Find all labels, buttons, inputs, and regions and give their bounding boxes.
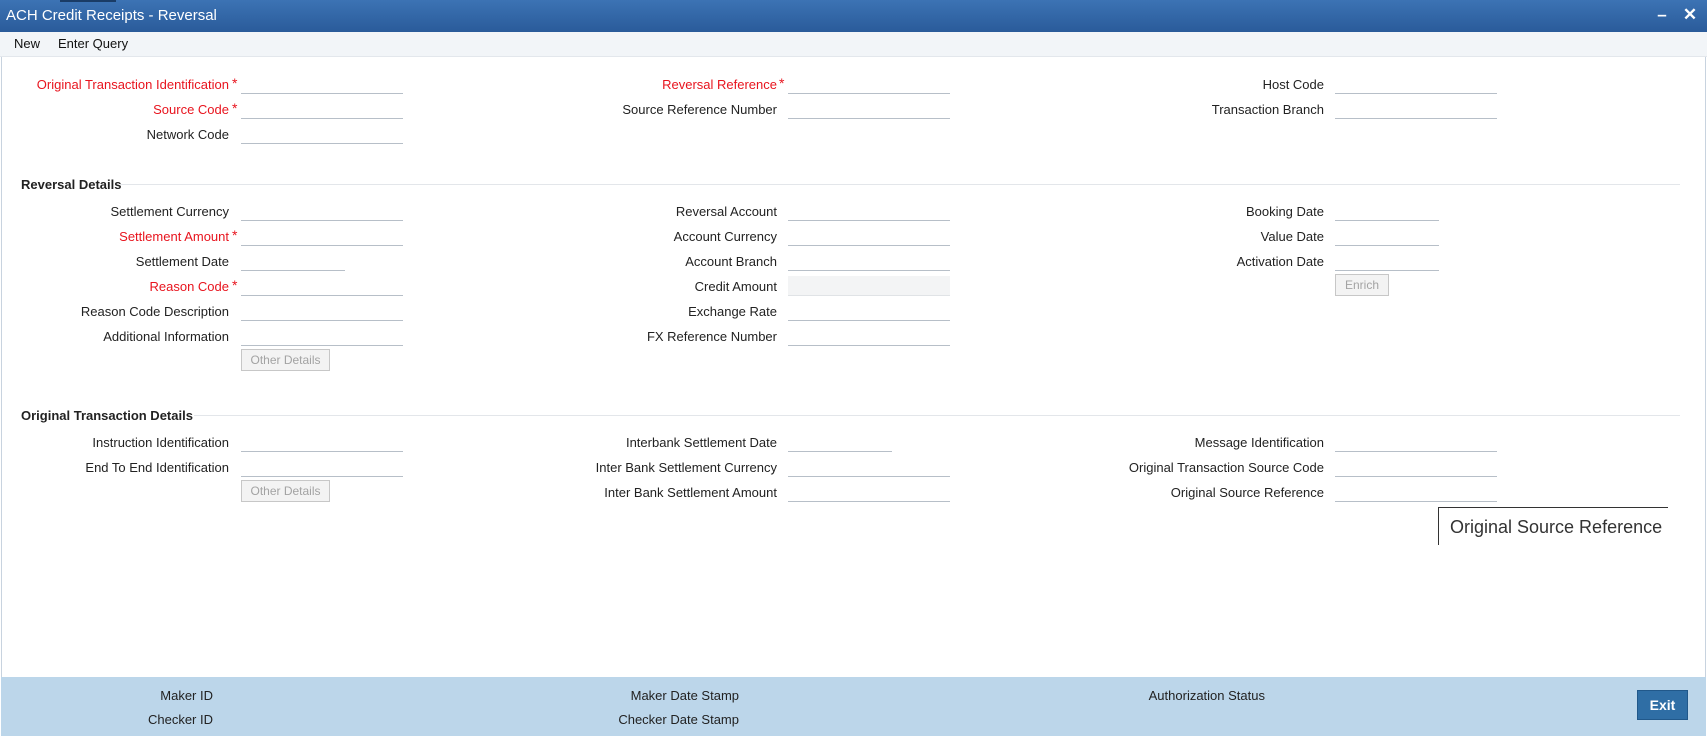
tab-accent	[60, 0, 116, 2]
inter-bank-settlement-currency-field[interactable]	[788, 457, 950, 477]
reversal-details-title: Reversal Details	[21, 177, 122, 192]
source-reference-number-label: Source Reference Number	[622, 102, 777, 117]
tooltip: Original Source Reference	[1438, 507, 1668, 545]
exchange-rate-field[interactable]	[788, 301, 950, 321]
host-code-field[interactable]	[1335, 74, 1497, 94]
reason-code-label: Reason Code	[149, 279, 230, 294]
reason-code-description-field[interactable]	[241, 301, 403, 321]
window-titlebar: ACH Credit Receipts - Reversal – ✕	[0, 0, 1707, 32]
activation-date-label: Activation Date	[1236, 254, 1324, 269]
credit-amount-field	[788, 276, 950, 296]
message-identification-field[interactable]	[1335, 432, 1497, 452]
settlement-date-label: Settlement Date	[135, 254, 229, 269]
reason-code-description-label: Reason Code Description	[80, 304, 229, 319]
network-code-field[interactable]	[241, 124, 403, 144]
required-mark: *	[232, 277, 238, 293]
exit-button[interactable]: Exit	[1637, 690, 1688, 720]
interbank-settlement-date-label: Interbank Settlement Date	[625, 435, 777, 450]
end-to-end-identification-field[interactable]	[241, 457, 403, 477]
booking-date-label: Booking Date	[1245, 204, 1324, 219]
additional-information-label: Additional Information	[103, 329, 229, 344]
required-mark: *	[232, 100, 238, 116]
original-transaction-identification-field[interactable]	[241, 74, 403, 94]
required-mark: *	[232, 75, 238, 91]
window-title: ACH Credit Receipts - Reversal	[6, 7, 217, 24]
reversal-account-label: Reversal Account	[675, 204, 777, 219]
maker-date-stamp-label: Maker Date Stamp	[630, 688, 739, 703]
tooltip-text: Original Source Reference	[1450, 517, 1663, 537]
required-mark: *	[779, 75, 785, 91]
required-mark: *	[232, 227, 238, 243]
host-code-label: Host Code	[1262, 77, 1324, 92]
original-transaction-identification-label: Original Transaction Identification	[36, 77, 229, 92]
settlement-currency-label: Settlement Currency	[110, 204, 230, 219]
original-transaction-source-code-field[interactable]	[1335, 457, 1497, 477]
inter-bank-settlement-amount-field[interactable]	[788, 482, 950, 502]
message-identification-label: Message Identification	[1194, 435, 1324, 450]
original-transaction-source-code-label: Original Transaction Source Code	[1128, 460, 1324, 475]
reason-code-field[interactable]	[241, 276, 403, 296]
reversal-reference-label: Reversal Reference	[662, 77, 777, 92]
instruction-identification-label: Instruction Identification	[92, 435, 229, 450]
account-currency-field[interactable]	[788, 226, 950, 246]
exchange-rate-label: Exchange Rate	[688, 304, 777, 319]
checker-date-stamp-label: Checker Date Stamp	[618, 712, 739, 727]
source-code-field[interactable]	[241, 99, 403, 119]
original-source-reference-field[interactable]	[1335, 482, 1497, 502]
transaction-branch-label: Transaction Branch	[1211, 102, 1324, 117]
close-icon[interactable]: ✕	[1680, 5, 1700, 25]
instruction-identification-field[interactable]	[241, 432, 403, 452]
authorization-status-label: Authorization Status	[1148, 688, 1265, 703]
interbank-settlement-date-field[interactable]	[788, 432, 892, 452]
reversal-account-field[interactable]	[788, 201, 950, 221]
menu-enter-query[interactable]: Enter Query	[58, 36, 128, 51]
source-reference-number-field[interactable]	[788, 99, 950, 119]
settlement-currency-field[interactable]	[241, 201, 403, 221]
value-date-label: Value Date	[1260, 229, 1324, 244]
original-other-details-button[interactable]: Other Details	[241, 480, 330, 502]
original-transaction-details-title: Original Transaction Details	[21, 408, 193, 423]
menu-new[interactable]: New	[14, 36, 40, 51]
account-branch-field[interactable]	[788, 251, 950, 271]
transaction-branch-field[interactable]	[1335, 99, 1497, 119]
additional-information-field[interactable]	[241, 326, 403, 346]
credit-amount-label: Credit Amount	[694, 279, 777, 294]
reversal-reference-field[interactable]	[788, 74, 950, 94]
fx-reference-number-field[interactable]	[788, 326, 950, 346]
value-date-field[interactable]	[1335, 226, 1439, 246]
booking-date-field[interactable]	[1335, 201, 1439, 221]
enrich-button[interactable]: Enrich	[1335, 274, 1389, 296]
inter-bank-settlement-amount-label: Inter Bank Settlement Amount	[604, 485, 777, 500]
menu-bar: New Enter Query	[0, 32, 1707, 57]
maker-id-label: Maker ID	[160, 688, 213, 703]
minimize-icon[interactable]: –	[1652, 5, 1672, 25]
checker-id-label: Checker ID	[147, 712, 213, 727]
inter-bank-settlement-currency-label: Inter Bank Settlement Currency	[595, 460, 777, 475]
activation-date-field[interactable]	[1335, 251, 1439, 271]
settlement-amount-field[interactable]	[241, 226, 403, 246]
settlement-date-field[interactable]	[241, 251, 345, 271]
original-source-reference-label: Original Source Reference	[1170, 485, 1324, 500]
section-divider	[120, 184, 1680, 185]
account-branch-label: Account Branch	[685, 254, 777, 269]
network-code-label: Network Code	[146, 127, 229, 142]
end-to-end-identification-label: End To End Identification	[85, 460, 229, 475]
audit-footer	[1, 677, 1706, 736]
section-divider	[194, 415, 1680, 416]
settlement-amount-label: Settlement Amount	[119, 229, 229, 244]
source-code-label: Source Code	[153, 102, 229, 117]
fx-reference-number-label: FX Reference Number	[646, 329, 777, 344]
account-currency-label: Account Currency	[673, 229, 777, 244]
reversal-other-details-button[interactable]: Other Details	[241, 349, 330, 371]
